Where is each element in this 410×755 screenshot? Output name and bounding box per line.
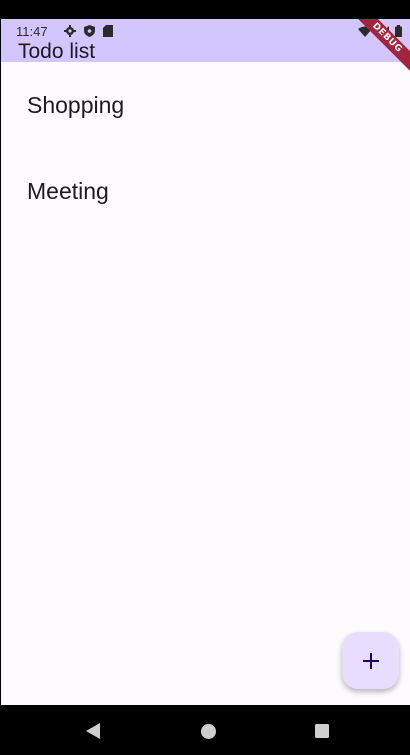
- recents-icon[interactable]: [314, 723, 330, 739]
- sim-card-icon: [103, 25, 113, 40]
- plus-icon: [362, 652, 379, 669]
- shield-icon: [84, 25, 95, 40]
- app-screen: 11:47 Todo list DEBUG Shopping Meeting: [1, 19, 410, 705]
- list-item[interactable]: Shopping: [1, 62, 410, 148]
- list-item[interactable]: Meeting: [1, 148, 410, 234]
- system-nav-bar: [0, 705, 410, 755]
- back-icon[interactable]: [85, 723, 101, 739]
- todo-label: Meeting: [27, 178, 109, 204]
- status-icons-left: [64, 25, 113, 40]
- todo-label: Shopping: [27, 92, 125, 118]
- gear-icon: [64, 25, 76, 40]
- app-bar: 11:47 Todo list DEBUG: [1, 19, 410, 75]
- status-time: 11:47: [16, 24, 48, 39]
- add-todo-button[interactable]: [342, 632, 399, 689]
- page-title: Todo list: [18, 40, 96, 63]
- todo-list: Shopping Meeting: [1, 62, 410, 234]
- home-icon[interactable]: [200, 723, 216, 739]
- device-frame: 11:47 Todo list DEBUG Shopping Meeting: [0, 0, 410, 755]
